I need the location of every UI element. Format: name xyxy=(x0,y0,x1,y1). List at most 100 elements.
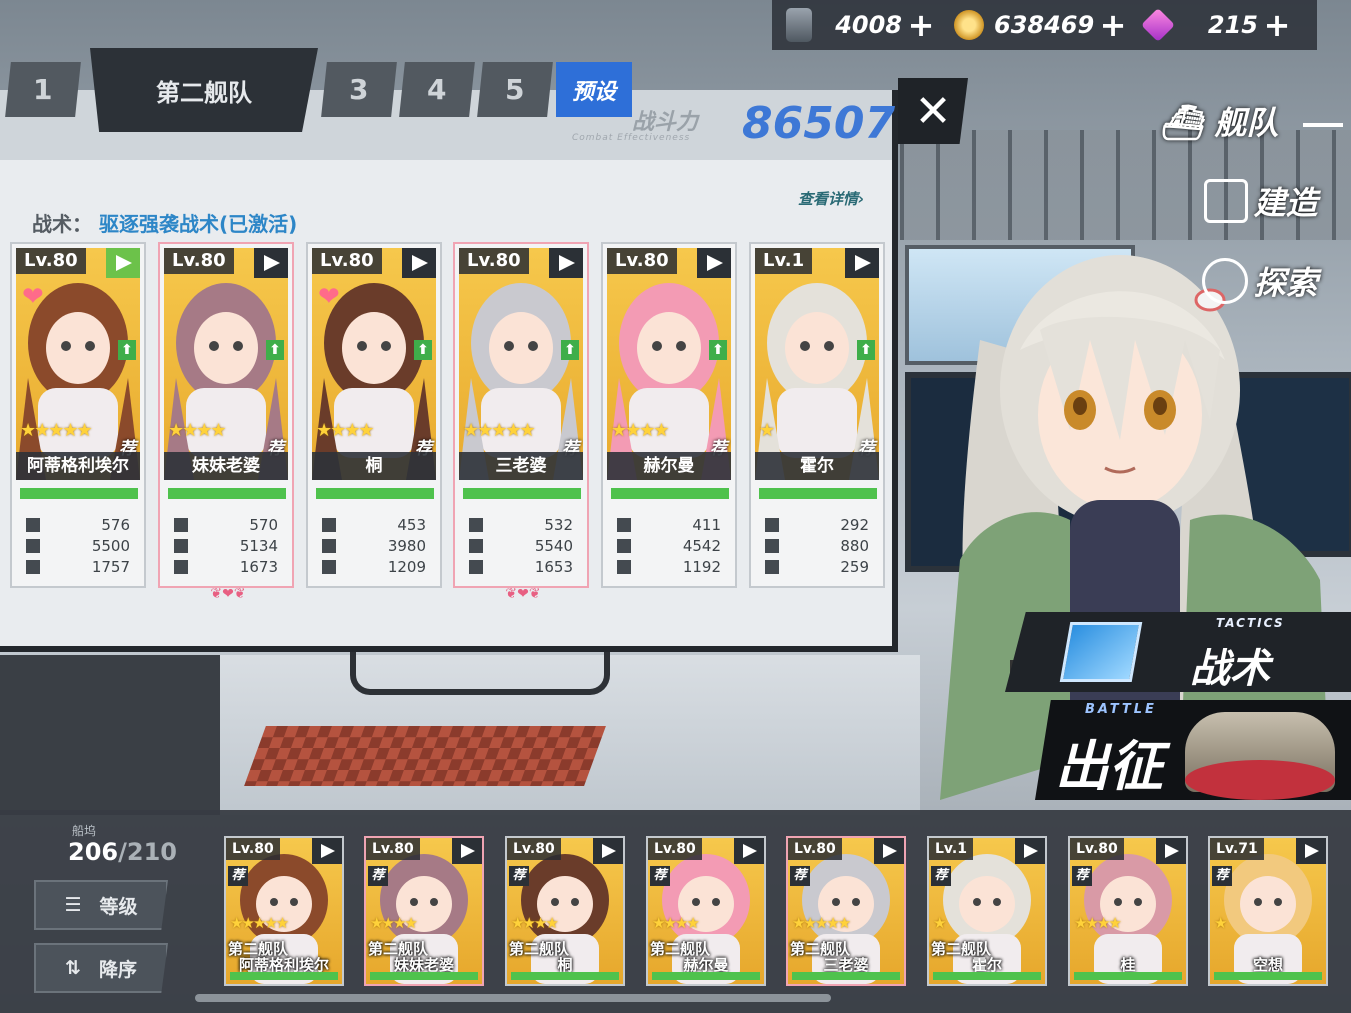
flag-icon[interactable] xyxy=(1296,838,1326,864)
menu-lines-icon: ☰ xyxy=(64,894,82,916)
stat-value: 1653 xyxy=(534,558,573,576)
crane-icon xyxy=(1204,179,1248,223)
dock-ship-card[interactable]: Lv.1 荐 ★ 第二舰队 霍尔 xyxy=(927,836,1047,986)
flag-icon[interactable] xyxy=(402,248,436,278)
flag-icon[interactable] xyxy=(106,248,140,278)
ship-name: 赫尔曼 xyxy=(607,452,731,480)
flag-icon[interactable] xyxy=(452,838,482,864)
ship-rarity-stars: ★★★★ xyxy=(168,420,227,441)
tactics-button[interactable] xyxy=(1005,612,1351,692)
dock-ship-card[interactable]: Lv.71 荐 ★ 空想 xyxy=(1208,836,1328,986)
fleet-ship-card[interactable]: Lv.80 ⬆ ★★★★★ 荐 三老婆 532 5540 1653 ❦❤❦ xyxy=(453,242,589,602)
ship-hp-bar xyxy=(652,972,760,980)
recommended-badge: 荐 xyxy=(368,866,388,886)
ship-rarity-stars: ★ xyxy=(759,420,775,441)
fleet-ship-card[interactable]: Lv.80 ⬆ ★★★★ 荐 妹妹老婆 570 5134 1673 ❦❤❦ xyxy=(158,242,294,602)
flag-icon[interactable] xyxy=(549,248,583,278)
dock-ship-card[interactable]: Lv.80 荐 ★★★★ 桂 xyxy=(1068,836,1188,986)
close-button[interactable]: ✕ xyxy=(898,78,968,144)
tab-fleet-1[interactable]: 1 xyxy=(5,62,81,117)
menu-explore[interactable]: 探索 xyxy=(1202,258,1318,304)
menu-fleet-label: 舰队 xyxy=(1214,104,1279,142)
ship-level: Lv.1 xyxy=(929,838,973,860)
tab-fleet-5[interactable]: 5 xyxy=(477,62,553,117)
ship-level: Lv.80 xyxy=(366,838,420,860)
background-rug xyxy=(244,726,606,786)
cannon-icon xyxy=(469,518,483,532)
ship-hp-bar xyxy=(1214,972,1322,980)
tab-fleet-3[interactable]: 3 xyxy=(321,62,397,117)
ship-hp-bar xyxy=(463,488,581,499)
ship-level: Lv.80 xyxy=(1070,838,1124,860)
sort-order-button[interactable]: ⇅ 降序 xyxy=(34,943,168,993)
stat-value: 576 xyxy=(101,516,130,534)
flag-icon[interactable] xyxy=(874,838,904,864)
stat-hp: 5500 xyxy=(26,537,130,557)
tab-fleet-4[interactable]: 4 xyxy=(399,62,475,117)
combat-effectiveness-value: 86507 xyxy=(742,98,896,149)
ship-level: Lv.1 xyxy=(755,248,813,274)
ship-hp-bar xyxy=(759,488,877,499)
add-gold-button[interactable]: + xyxy=(1094,6,1132,44)
ship-level: Lv.80 xyxy=(788,838,842,860)
menu-build[interactable]: 建造 xyxy=(1204,178,1318,224)
tab-label: 第二舰队 xyxy=(156,78,252,107)
recommended-badge: 荐 xyxy=(509,866,529,886)
stat-firepower: 576 xyxy=(26,516,130,536)
cannon-icon xyxy=(322,518,336,532)
sort-by-level-button[interactable]: ☰ 等级 xyxy=(34,880,168,930)
tab-label: 5 xyxy=(505,73,525,106)
stat-value: 411 xyxy=(692,516,721,534)
dock-ship-card[interactable]: Lv.80 荐 ★★★★ 第二舰队 桐 xyxy=(505,836,625,986)
fleet-ship-card[interactable]: Lv.80 ❤ ⬆ ★★★★★ 荐 阿蒂格利埃尔 576 5500 1757 xyxy=(10,242,146,588)
upgrade-arrow-icon: ⬆ xyxy=(561,340,579,360)
view-details-link[interactable]: 查看详情› xyxy=(798,188,864,209)
stat-value: 1673 xyxy=(239,558,278,576)
stat-armor: 1209 xyxy=(322,558,426,578)
ship-rarity-stars: ★★★★ xyxy=(511,914,559,932)
cannon-icon xyxy=(26,518,40,532)
flag-icon[interactable] xyxy=(697,248,731,278)
upgrade-arrow-icon: ⬆ xyxy=(709,340,727,360)
dock-ship-card[interactable]: Lv.80 荐 ★★★★★ 第二舰队 阿蒂格利埃尔 xyxy=(224,836,344,986)
flag-icon[interactable] xyxy=(1015,838,1045,864)
menu-fleet[interactable]: ⛴ 舰队 xyxy=(1160,98,1344,144)
dock-scrollbar[interactable] xyxy=(195,994,831,1002)
heart-icon: ❤ xyxy=(22,282,44,312)
armor-icon xyxy=(469,560,483,574)
tab-fleet-2[interactable]: 第二舰队 xyxy=(90,48,318,132)
add-gem-button[interactable]: + xyxy=(1258,6,1296,44)
flag-icon[interactable] xyxy=(254,248,288,278)
recommended-badge: 荐 xyxy=(790,866,810,886)
fleet-ship-card[interactable]: Lv.80 ❤ ⬆ ★★★★ 荐 桐 453 3980 1209 xyxy=(306,242,442,588)
dock-ship-card[interactable]: Lv.80 荐 ★★★★ 第二舰队 妹妹老婆 xyxy=(364,836,484,986)
fleet-ship-card[interactable]: Lv.1 ⬆ ★ 荐 霍尔 292 880 259 xyxy=(749,242,885,588)
ship-name: 三老婆 xyxy=(459,452,583,480)
dock-ship-card[interactable]: Lv.80 荐 ★★★★★ 第二舰队 三老婆 xyxy=(786,836,906,986)
armor-icon xyxy=(26,560,40,574)
dock-ship-card[interactable]: Lv.80 荐 ★★★★ 第二舰队 赫尔曼 xyxy=(646,836,766,986)
ship-level: Lv.80 xyxy=(226,838,280,860)
armor-icon xyxy=(322,560,336,574)
tactic-label: 战术： xyxy=(32,212,92,236)
stat-value: 453 xyxy=(397,516,426,534)
stat-armor: 1192 xyxy=(617,558,721,578)
ship-rarity-stars: ★★★★ xyxy=(652,914,700,932)
flag-icon[interactable] xyxy=(593,838,623,864)
compass-icon xyxy=(1202,258,1248,304)
ship-portrait: Lv.1 ⬆ ★ 荐 霍尔 xyxy=(755,248,879,480)
ship-name: 妹妹老婆 xyxy=(164,452,288,480)
resource-gem: 215 + xyxy=(1132,0,1296,50)
ship-level: Lv.80 xyxy=(312,248,382,274)
heart-ornament-icon: ❦❤❦ xyxy=(505,586,541,602)
stat-value: 570 xyxy=(249,516,278,534)
flag-icon[interactable] xyxy=(734,838,764,864)
add-oil-button[interactable]: + xyxy=(902,6,940,44)
fleet-ship-card[interactable]: Lv.80 ⬆ ★★★★ 荐 赫尔曼 411 4542 1192 xyxy=(601,242,737,588)
tactic-value[interactable]: 驱逐强袭战术(已激活) xyxy=(99,212,297,236)
tab-preset[interactable]: 预设 xyxy=(556,62,632,117)
flag-icon[interactable] xyxy=(312,838,342,864)
flag-icon[interactable] xyxy=(1156,838,1186,864)
armor-icon xyxy=(617,560,631,574)
flag-icon[interactable] xyxy=(845,248,879,278)
